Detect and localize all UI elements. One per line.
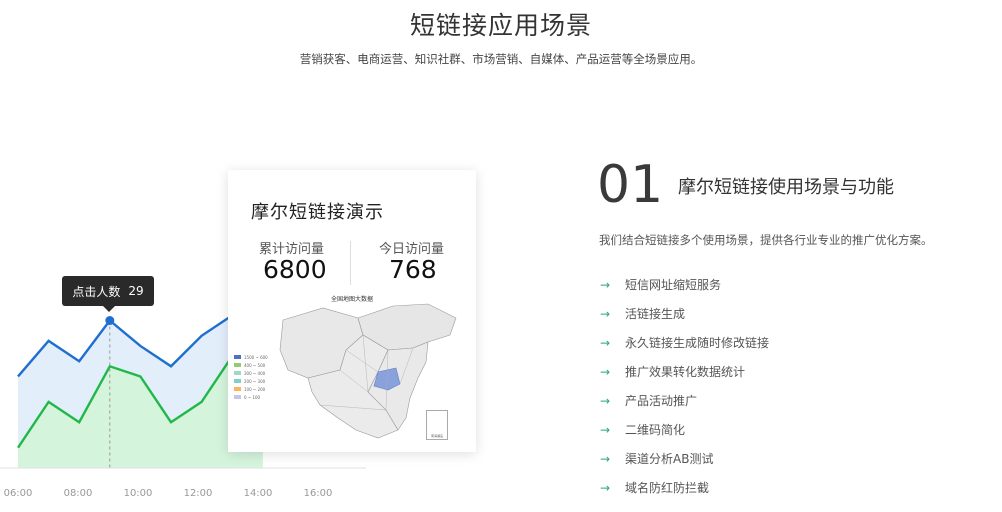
arrow-right-icon: → <box>600 480 611 495</box>
x-tick-label: 10:00 <box>124 488 153 499</box>
chart-tooltip: 点击人数 29 <box>62 276 154 312</box>
x-tick-label: 12:00 <box>184 488 213 499</box>
arrow-right-icon: → <box>600 277 611 292</box>
stat-divider <box>350 241 351 285</box>
demo-card: 摩尔短链接演示 累计访问量 6800 今日访问量 768 全国地图大数据 150… <box>228 170 476 452</box>
map-inset: 南海诸岛 <box>426 410 448 440</box>
inset-label: 南海诸岛 <box>430 434 443 438</box>
legend-swatch <box>234 371 241 375</box>
feature-item-label: 产品活动推广 <box>625 394 698 408</box>
legend-swatch <box>234 363 241 367</box>
feature-item: → 永久链接生成随时修改链接 <box>600 328 769 357</box>
legend-label: 400 ~ 500 <box>244 362 266 368</box>
legend-item: 300 ~ 400 <box>234 369 268 377</box>
feature-item-label: 短信网址缩短服务 <box>625 278 722 292</box>
arrow-right-icon: → <box>600 306 611 321</box>
legend-item: 200 ~ 300 <box>234 377 268 385</box>
arrow-right-icon: → <box>600 364 611 379</box>
feature-item-label: 域名防红防拦截 <box>625 481 710 495</box>
x-tick-label: 16:00 <box>304 488 333 499</box>
arrow-right-icon: → <box>600 335 611 350</box>
x-tick-label: 06:00 <box>4 488 33 499</box>
legend-item: 0 ~ 100 <box>234 393 268 401</box>
feature-item-label: 推广效果转化数据统计 <box>625 365 746 379</box>
feature-heading: 摩尔短链接使用场景与功能 <box>678 177 894 198</box>
legend-label: 0 ~ 100 <box>244 394 261 400</box>
tooltip-label: 点击人数 <box>72 284 121 299</box>
arrow-right-icon: → <box>600 422 611 437</box>
feature-item-label: 渠道分析AB测试 <box>625 452 714 466</box>
feature-description: 我们结合短链接多个使用场景，提供各行业专业的推广优化方案。 <box>599 233 933 247</box>
total-visits-value: 6800 <box>263 255 327 284</box>
hover-point[interactable] <box>105 316 115 326</box>
feature-list: → 短信网址缩短服务 → 活链接生成 → 永久链接生成随时修改链接 → 推广效果转化数据… <box>600 270 769 502</box>
page-title: 短链接应用场景 <box>409 11 592 40</box>
legend-item: 1500 ~ 600 <box>234 353 268 361</box>
feature-item: → 域名防红防拦截 <box>600 473 769 502</box>
feature-item: → 短信网址缩短服务 <box>600 270 769 299</box>
demo-title: 摩尔短链接演示 <box>251 202 384 223</box>
legend-swatch <box>234 387 241 391</box>
feature-item: → 二维码简化 <box>600 415 769 444</box>
tooltip-value: 29 <box>128 284 144 298</box>
feature-item-label: 二维码简化 <box>625 423 686 437</box>
legend-label: 200 ~ 300 <box>244 378 266 384</box>
legend-label: 100 ~ 200 <box>244 386 266 392</box>
map-legend: 1500 ~ 600 400 ~ 500 300 ~ 400 200 ~ 300 100… <box>234 353 268 401</box>
legend-label: 1500 ~ 600 <box>244 354 268 360</box>
page-subtitle: 营销获客、电商运营、知识社群、市场营销、自媒体、产品运营等全场景应用。 <box>299 52 703 66</box>
feature-item: → 渠道分析AB测试 <box>600 444 769 473</box>
legend-item: 400 ~ 500 <box>234 361 268 369</box>
feature-item-label: 永久链接生成随时修改链接 <box>625 336 770 350</box>
today-visits-value: 768 <box>389 255 437 284</box>
legend-label: 300 ~ 400 <box>244 370 266 376</box>
legend-swatch <box>234 379 241 383</box>
feature-number: 01 <box>597 155 664 215</box>
arrow-right-icon: → <box>600 393 611 408</box>
x-tick-label: 14:00 <box>244 488 273 499</box>
feature-item: → 活链接生成 <box>600 299 769 328</box>
legend-swatch <box>234 395 241 399</box>
arrow-right-icon: → <box>600 451 611 466</box>
legend-swatch <box>234 355 241 359</box>
feature-item: → 推广效果转化数据统计 <box>600 357 769 386</box>
legend-item: 100 ~ 200 <box>234 385 268 393</box>
feature-item-label: 活链接生成 <box>625 307 686 321</box>
feature-item: → 产品活动推广 <box>600 386 769 415</box>
x-tick-label: 08:00 <box>64 488 93 499</box>
